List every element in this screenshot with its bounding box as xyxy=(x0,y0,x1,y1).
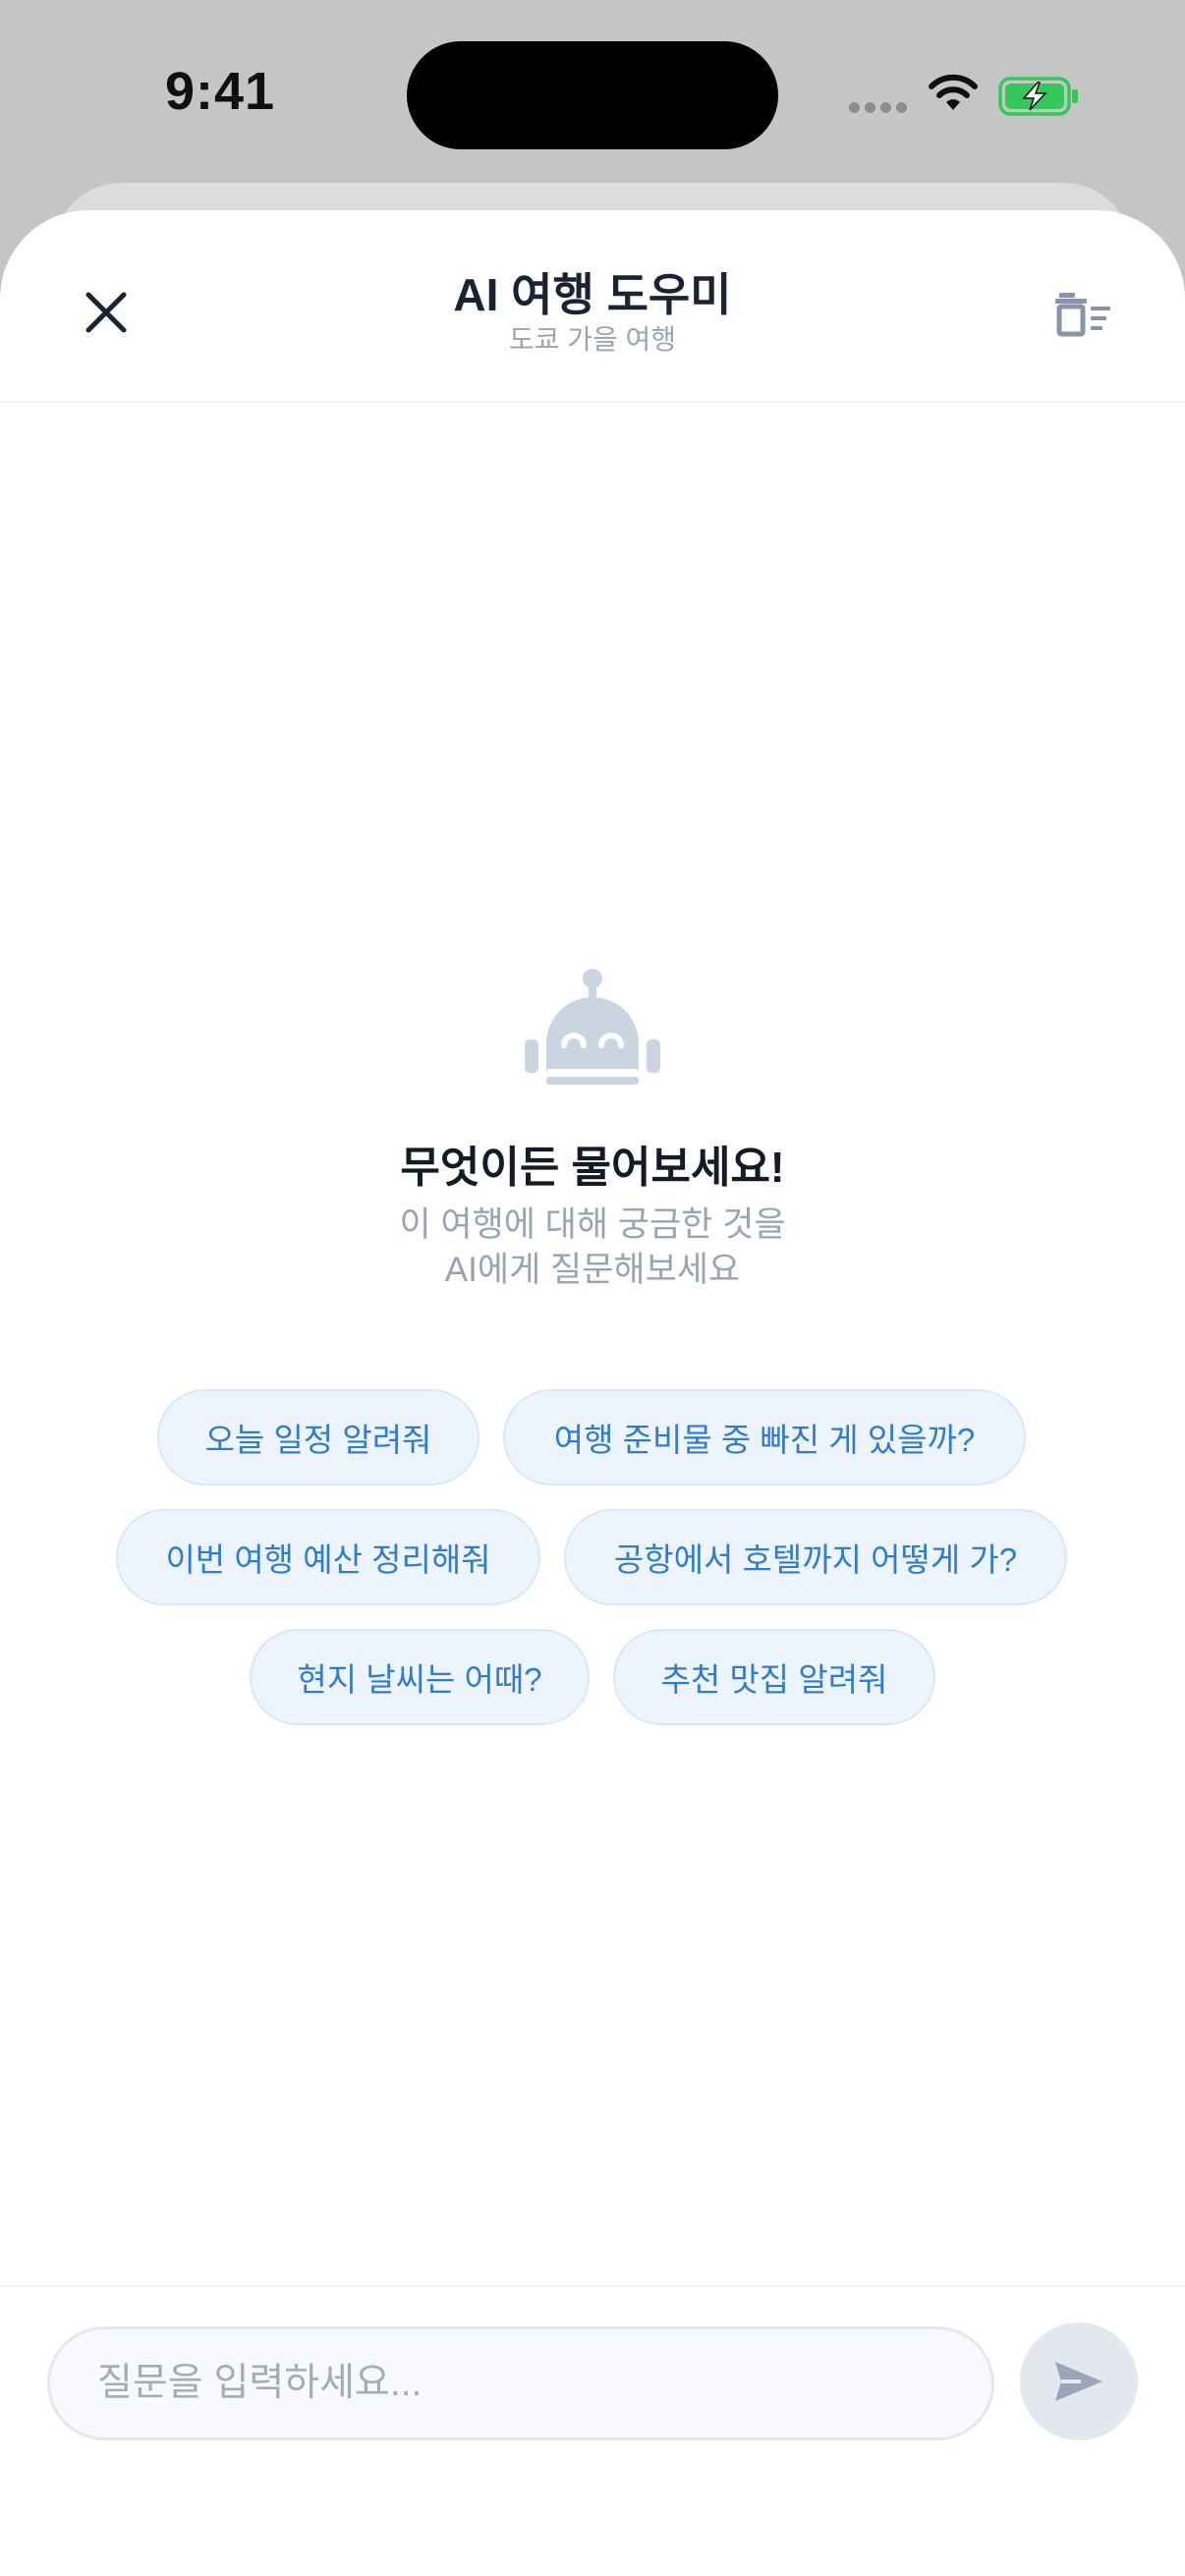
empty-state-title: 무엇이든 물어보세요! xyxy=(400,1144,785,1192)
send-icon xyxy=(1055,2362,1102,2401)
empty-state-desc-line1: 이 여행에 대해 궁금한 것을 xyxy=(399,1205,786,1244)
suggestion-chip-budget[interactable]: 이번 여행 예산 정리해줘 xyxy=(116,1509,540,1605)
message-composer xyxy=(0,2285,1185,2576)
empty-state-desc-line2: AI에게 질문해보세요 xyxy=(444,1251,741,1289)
sheet-header: AI 여행 도우미 도쿄 가을 여행 xyxy=(0,210,1185,403)
trash-list-icon xyxy=(1055,293,1110,337)
suggestion-chip-today-schedule[interactable]: 오늘 일정 알려줘 xyxy=(157,1389,480,1485)
suggestion-chip-airport-to-hotel[interactable]: 공항에서 호텔까지 어떻게 가? xyxy=(564,1509,1067,1605)
page-title: AI 여행 도우미 xyxy=(453,269,732,320)
empty-state-description: 이 여행에 대해 궁금한 것을 AI에게 질문해보세요 xyxy=(0,1203,1185,1293)
suggestion-chip-restaurants[interactable]: 추천 맛집 알려줘 xyxy=(613,1629,935,1725)
suggestion-chip-weather[interactable]: 현지 날씨는 어때? xyxy=(250,1629,590,1725)
message-input[interactable] xyxy=(50,2329,991,2437)
dynamic-island xyxy=(407,41,778,149)
signal-dots-icon xyxy=(849,102,908,114)
page-subtitle: 도쿄 가을 여행 xyxy=(508,324,677,355)
clear-chat-button[interactable] xyxy=(1044,275,1122,354)
message-input-wrapper xyxy=(47,2326,994,2440)
send-button[interactable] xyxy=(1020,2323,1138,2440)
robot-icon xyxy=(525,969,660,1085)
wifi-icon xyxy=(929,74,978,110)
status-bar: 9:41 xyxy=(0,0,1185,187)
status-time: 9:41 xyxy=(165,62,276,121)
ai-assistant-sheet: AI 여행 도우미 도쿄 가을 여행 무엇이든 물어보세요! 이 여행에 대해 … xyxy=(0,210,1185,2576)
battery-charging-icon xyxy=(998,77,1078,116)
suggestion-chip-packing-list[interactable]: 여행 준비물 중 빠진 게 있을까? xyxy=(503,1389,1026,1485)
